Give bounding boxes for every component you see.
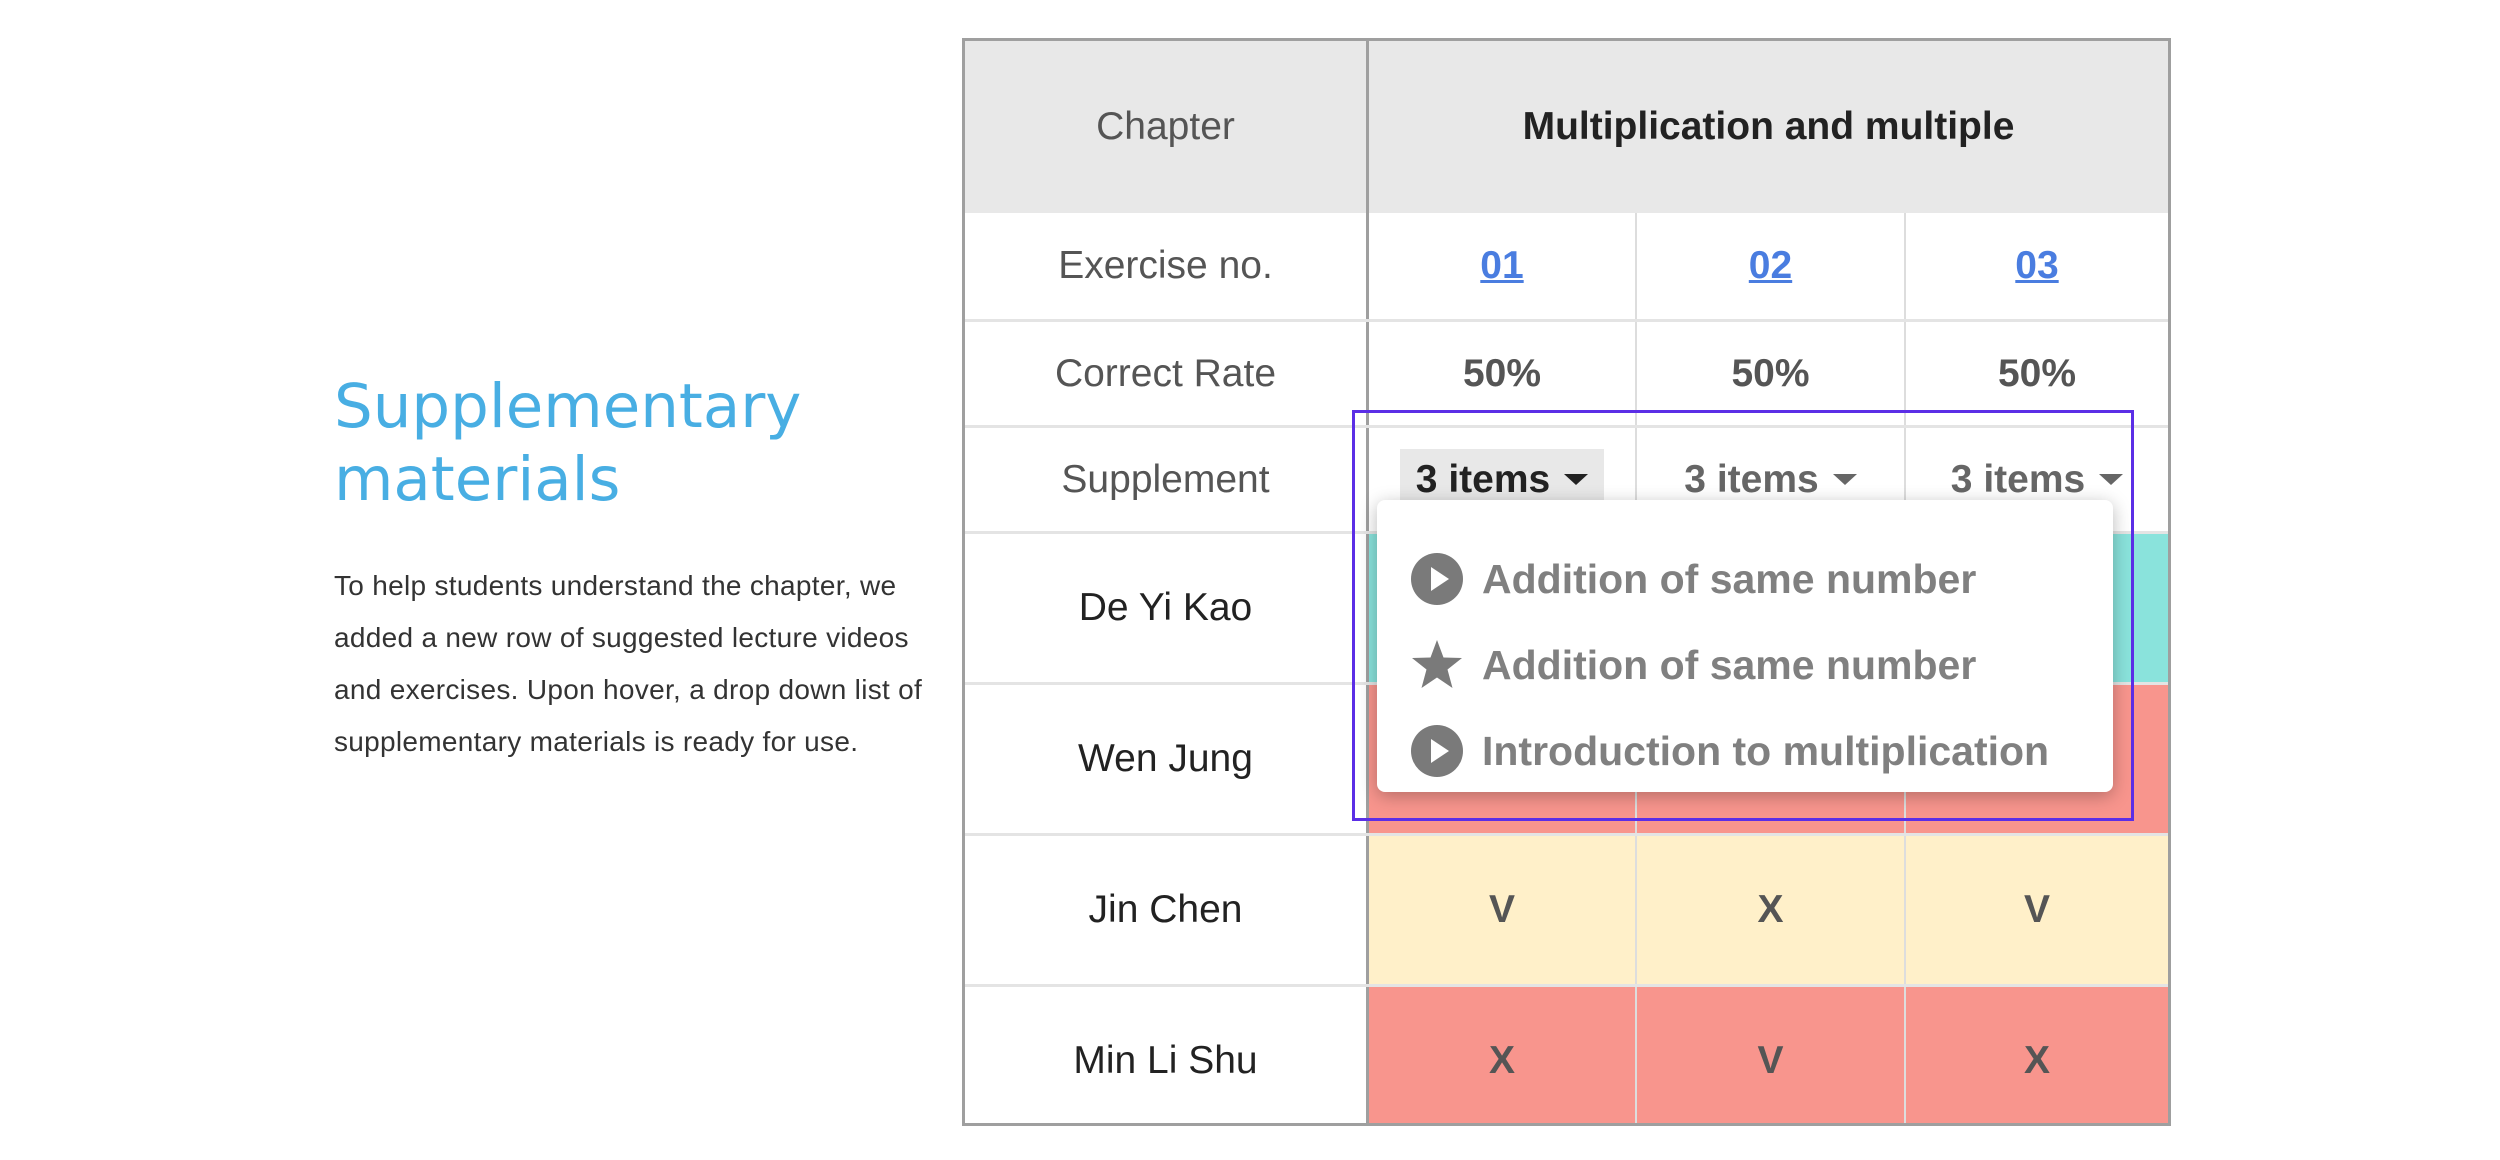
chapter-label: Chapter — [1096, 105, 1235, 148]
student-name: De Yi Kao — [1078, 586, 1253, 629]
supplement-dropdown-menu: Addition of same number Addition of same… — [1377, 500, 2113, 792]
supplement-dropdown-label: 3 items — [1415, 457, 1551, 501]
section-title-line1: Supplementary — [334, 371, 802, 442]
correct-rate-value: 50% — [1904, 322, 2168, 425]
menu-item-label: Introduction to multiplication — [1482, 727, 2050, 774]
result-cell: V — [1366, 836, 1635, 984]
caret-down-icon — [1564, 474, 1589, 485]
chapter-header-row: Chapter Multiplication and multiple — [965, 41, 2168, 213]
result-cell: V — [1904, 836, 2168, 984]
section-description: To help students understand the chapter,… — [334, 570, 923, 757]
section-title: Supplementary materials — [334, 370, 854, 516]
correct-rate-value: 50% — [1635, 322, 1904, 425]
exercise-link-03[interactable]: 03 — [2015, 244, 2058, 288]
student-name: Min Li Shu — [1073, 1039, 1258, 1082]
supplement-dropdown-label: 3 items — [1950, 457, 2086, 501]
caret-down-icon — [2099, 474, 2124, 485]
play-circle-icon — [1409, 724, 1464, 779]
section-title-line2: materials — [334, 444, 621, 515]
result-cell: V — [1635, 987, 1904, 1123]
chapter-name: Multiplication and multiple — [1366, 41, 2168, 213]
star-icon — [1409, 638, 1464, 693]
supplement-dropdown-label: 3 items — [1684, 457, 1819, 501]
student-row: Jin Chen V X V — [965, 833, 2168, 984]
correct-rate-value: 50% — [1366, 322, 1635, 425]
exercise-label: Exercise no. — [1058, 244, 1273, 287]
menu-item-video[interactable]: Introduction to multiplication — [1377, 708, 2113, 794]
caret-down-icon — [1832, 474, 1857, 485]
menu-item-label: Addition of same number — [1482, 641, 1977, 688]
exercise-link-01[interactable]: 01 — [1480, 244, 1523, 288]
correct-rate-label: Correct Rate — [1054, 351, 1277, 395]
student-name: Wen Jung — [1078, 737, 1253, 780]
exercise-link-02[interactable]: 02 — [1749, 244, 1792, 288]
exercise-row: Exercise no. 01 02 03 — [965, 213, 2168, 319]
menu-item-exercise[interactable]: Addition of same number — [1377, 622, 2113, 708]
student-row: Min Li Shu X V X — [965, 984, 2168, 1123]
result-cell: X — [1635, 836, 1904, 984]
correct-rate-row: Correct Rate 50% 50% 50% — [965, 319, 2168, 425]
result-cell: X — [1366, 987, 1635, 1123]
student-name: Jin Chen — [1088, 888, 1243, 931]
result-cell: X — [1904, 987, 2168, 1123]
play-circle-icon — [1409, 552, 1464, 607]
menu-item-video[interactable]: Addition of same number — [1377, 536, 2113, 622]
supplement-label: Supplement — [1061, 457, 1270, 501]
menu-item-label: Addition of same number — [1482, 555, 1977, 602]
